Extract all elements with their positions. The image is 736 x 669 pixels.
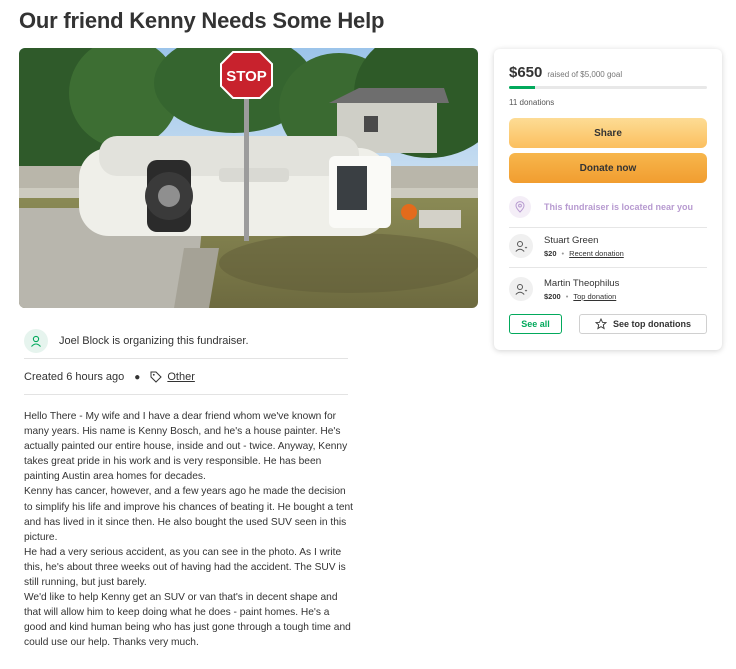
goal-text: raised of $5,000 goal	[547, 70, 623, 79]
category-link[interactable]: Other	[167, 371, 195, 383]
star-icon	[594, 318, 607, 330]
organizer-row: Joel Block is organizing this fundraiser…	[24, 324, 348, 358]
donation-card: $650 raised of $5,000 goal 11 donations …	[494, 49, 722, 350]
divider	[509, 227, 707, 228]
organizer-text: Joel Block is organizing this fundraiser…	[59, 335, 249, 347]
suv-accident-photo: STOP	[19, 48, 478, 308]
fundraiser-story: Hello There - My wife and I have a dear …	[24, 409, 354, 651]
donor-separator-dot: •	[561, 248, 565, 258]
progress-bar	[509, 86, 707, 89]
see-all-button[interactable]: See all	[509, 314, 562, 334]
location-pin-icon	[509, 196, 531, 218]
raised-summary: $650 raised of $5,000 goal	[509, 64, 622, 81]
see-top-donations-label: See top donations	[612, 319, 691, 329]
divider	[24, 358, 348, 359]
donor-amount: $20	[544, 248, 557, 258]
divider	[24, 394, 348, 395]
donor-row: Martin Theophilus $200 • Top donation	[509, 272, 707, 306]
see-top-donations-button[interactable]: See top donations	[579, 314, 707, 334]
page-title: Our friend Kenny Needs Some Help	[19, 8, 385, 33]
donor-avatar-icon	[509, 234, 533, 258]
donor-avatar-icon	[509, 277, 533, 301]
story-paragraph: Kenny has cancer, however, and a few yea…	[24, 486, 354, 543]
story-paragraph: Hello There - My wife and I have a dear …	[24, 411, 348, 483]
donor-amount: $200	[544, 291, 561, 301]
share-button[interactable]: Share	[509, 118, 707, 148]
raised-amount: $650	[509, 64, 543, 81]
fundraiser-photo[interactable]: STOP	[19, 48, 478, 308]
meta-separator-dot: ●	[134, 371, 141, 383]
donor-separator-dot: •	[565, 291, 569, 301]
location-text: This fundraiser is located near you	[544, 202, 694, 212]
donor-row: Stuart Green $20 • Recent donation	[509, 229, 707, 263]
donor-name: Stuart Green	[544, 234, 599, 246]
organizer-avatar-icon	[24, 329, 48, 353]
donor-name: Martin Theophilus	[544, 277, 620, 289]
location-notice: This fundraiser is located near you	[509, 195, 707, 219]
created-time: Created 6 hours ago	[24, 371, 125, 383]
donate-now-button[interactable]: Donate now	[509, 153, 707, 183]
stop-sign-text: STOP	[226, 68, 267, 85]
donor-note-link[interactable]: Top donation	[573, 292, 616, 301]
donor-note-link[interactable]: Recent donation	[569, 249, 624, 258]
story-paragraph: He had a very serious accident, as you c…	[24, 546, 346, 589]
fundraiser-meta: Created 6 hours ago ● Other	[24, 368, 195, 386]
story-paragraph: We'd like to help Kenny get an SUV or va…	[24, 592, 351, 649]
divider	[509, 267, 707, 268]
progress-fill	[509, 86, 535, 89]
tag-icon	[150, 371, 163, 383]
donations-count: 11 donations	[509, 98, 555, 107]
